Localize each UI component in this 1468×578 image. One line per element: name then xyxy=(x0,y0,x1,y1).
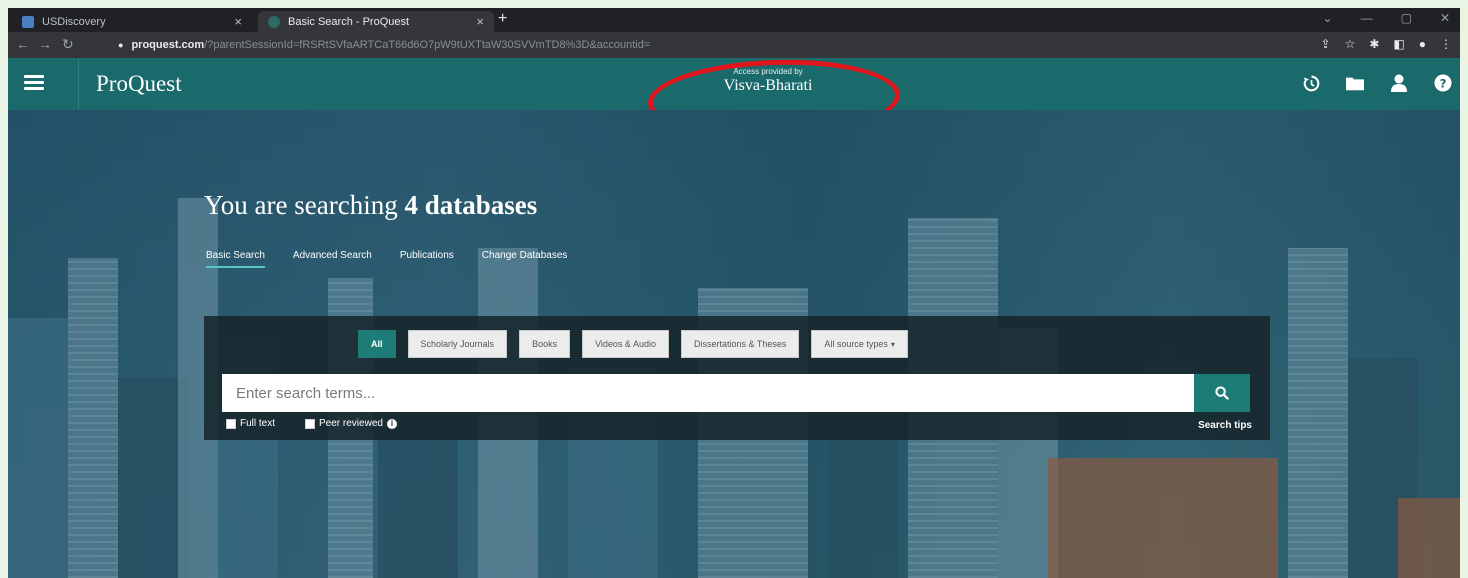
caret-down-icon: ▾ xyxy=(890,339,895,349)
browser-window: USDiscovery × Basic Search - ProQuest × … xyxy=(8,8,1460,578)
profile-icon[interactable]: ● xyxy=(1419,37,1426,51)
browser-tab-proquest[interactable]: Basic Search - ProQuest × xyxy=(258,11,494,32)
tab-title: Basic Search - ProQuest xyxy=(288,15,410,28)
search-mode-tabs: Basic Search Advanced Search Publication… xyxy=(206,250,567,268)
tab-publications[interactable]: Publications xyxy=(400,250,454,268)
proquest-icon xyxy=(268,15,280,28)
source-scholarly-journals-button[interactable]: Scholarly Journals xyxy=(407,330,508,358)
tab-advanced-search[interactable]: Advanced Search xyxy=(293,250,372,268)
folder-icon[interactable] xyxy=(1346,74,1364,92)
new-tab-icon[interactable]: + xyxy=(498,10,507,28)
maximize-icon[interactable]: ▢ xyxy=(1401,11,1412,25)
url-path: /?parentSessionId=fRSRtSVfaARTCaT66d6O7p… xyxy=(204,39,651,51)
tab-change-databases[interactable]: Change Databases xyxy=(482,250,568,268)
close-tab-icon[interactable]: × xyxy=(476,14,484,29)
window-controls: ⌄ — ▢ ✕ xyxy=(1323,11,1450,25)
history-icon[interactable] xyxy=(1302,74,1320,92)
hamburger-menu-icon[interactable] xyxy=(24,72,44,92)
header-icons: ? xyxy=(1302,74,1452,92)
proquest-logo[interactable]: ProQuest xyxy=(96,71,182,97)
search-panel: All Scholarly Journals Books Videos & Au… xyxy=(204,316,1270,440)
all-source-types-dropdown[interactable]: All source types ▾ xyxy=(811,330,908,358)
source-videos-audio-button[interactable]: Videos & Audio xyxy=(582,330,669,358)
browser-tab-usdiscovery[interactable]: USDiscovery × xyxy=(12,11,252,32)
forward-icon[interactable]: → xyxy=(38,36,52,52)
headline-prefix: You are searching xyxy=(204,190,398,220)
proquest-header: ProQuest Access provided by Visva-Bharat… xyxy=(8,55,1460,143)
browser-toolbar: ← → ↻ ● proquest.com /?parentSessionId=f… xyxy=(8,32,1460,58)
full-text-checkbox[interactable] xyxy=(226,418,236,429)
peer-reviewed-label: Peer reviewed xyxy=(319,418,383,429)
page-title: You are searching 4 databases xyxy=(204,190,537,221)
reload-icon[interactable]: ↻ xyxy=(62,36,74,53)
minimize-icon[interactable]: — xyxy=(1361,11,1373,25)
header-divider xyxy=(78,58,79,110)
help-icon[interactable]: ? xyxy=(1434,74,1452,92)
info-icon[interactable]: i xyxy=(386,418,397,429)
peer-reviewed-checkbox[interactable] xyxy=(305,418,316,429)
url-host: proquest.com xyxy=(131,39,205,51)
lock-icon: ● xyxy=(118,40,124,50)
full-text-label: Full text xyxy=(240,418,276,429)
search-options: Full text Peer reviewed i xyxy=(226,418,397,429)
bookmark-star-icon[interactable]: ☆ xyxy=(1345,37,1356,51)
hero-section: You are searching 4 databases Basic Sear… xyxy=(8,110,1460,578)
address-bar[interactable]: ● proquest.com /?parentSessionId=fRSRtSV… xyxy=(118,35,1268,55)
toolbar-icons: ⇪ ☆ ✱ ◧ ● ⋮ xyxy=(1321,37,1452,51)
close-window-icon[interactable]: ✕ xyxy=(1440,11,1450,25)
peer-reviewed-option[interactable]: Peer reviewed i xyxy=(305,418,397,429)
search-button[interactable] xyxy=(1194,374,1250,412)
tab-basic-search[interactable]: Basic Search xyxy=(206,250,265,268)
back-icon[interactable]: ← xyxy=(16,36,30,52)
library-icon xyxy=(22,15,34,28)
close-tab-icon[interactable]: × xyxy=(234,14,242,29)
tab-search-icon[interactable]: ⌄ xyxy=(1323,11,1333,25)
source-dissertations-theses-button[interactable]: Dissertations & Theses xyxy=(680,330,800,358)
help-glyph: ? xyxy=(1440,77,1447,91)
database-count: 4 databases xyxy=(404,190,538,220)
sidebar-icon[interactable]: ◧ xyxy=(1393,37,1404,51)
source-type-filters: All Scholarly Journals Books Videos & Au… xyxy=(358,330,908,358)
share-icon[interactable]: ⇪ xyxy=(1321,37,1331,51)
full-text-option[interactable]: Full text xyxy=(226,418,275,429)
user-icon[interactable] xyxy=(1390,74,1408,92)
source-books-button[interactable]: Books xyxy=(519,330,571,358)
source-all-button[interactable]: All xyxy=(358,330,396,358)
extensions-icon[interactable]: ✱ xyxy=(1369,37,1379,51)
kebab-menu-icon[interactable]: ⋮ xyxy=(1440,37,1452,51)
tab-title: USDiscovery xyxy=(42,15,106,28)
search-input[interactable] xyxy=(222,374,1196,412)
browser-tab-bar: USDiscovery × Basic Search - ProQuest × … xyxy=(8,8,1460,32)
search-icon xyxy=(1215,386,1229,400)
all-source-types-label: All source types xyxy=(824,339,888,349)
search-tips-link[interactable]: Search tips xyxy=(1198,420,1252,431)
